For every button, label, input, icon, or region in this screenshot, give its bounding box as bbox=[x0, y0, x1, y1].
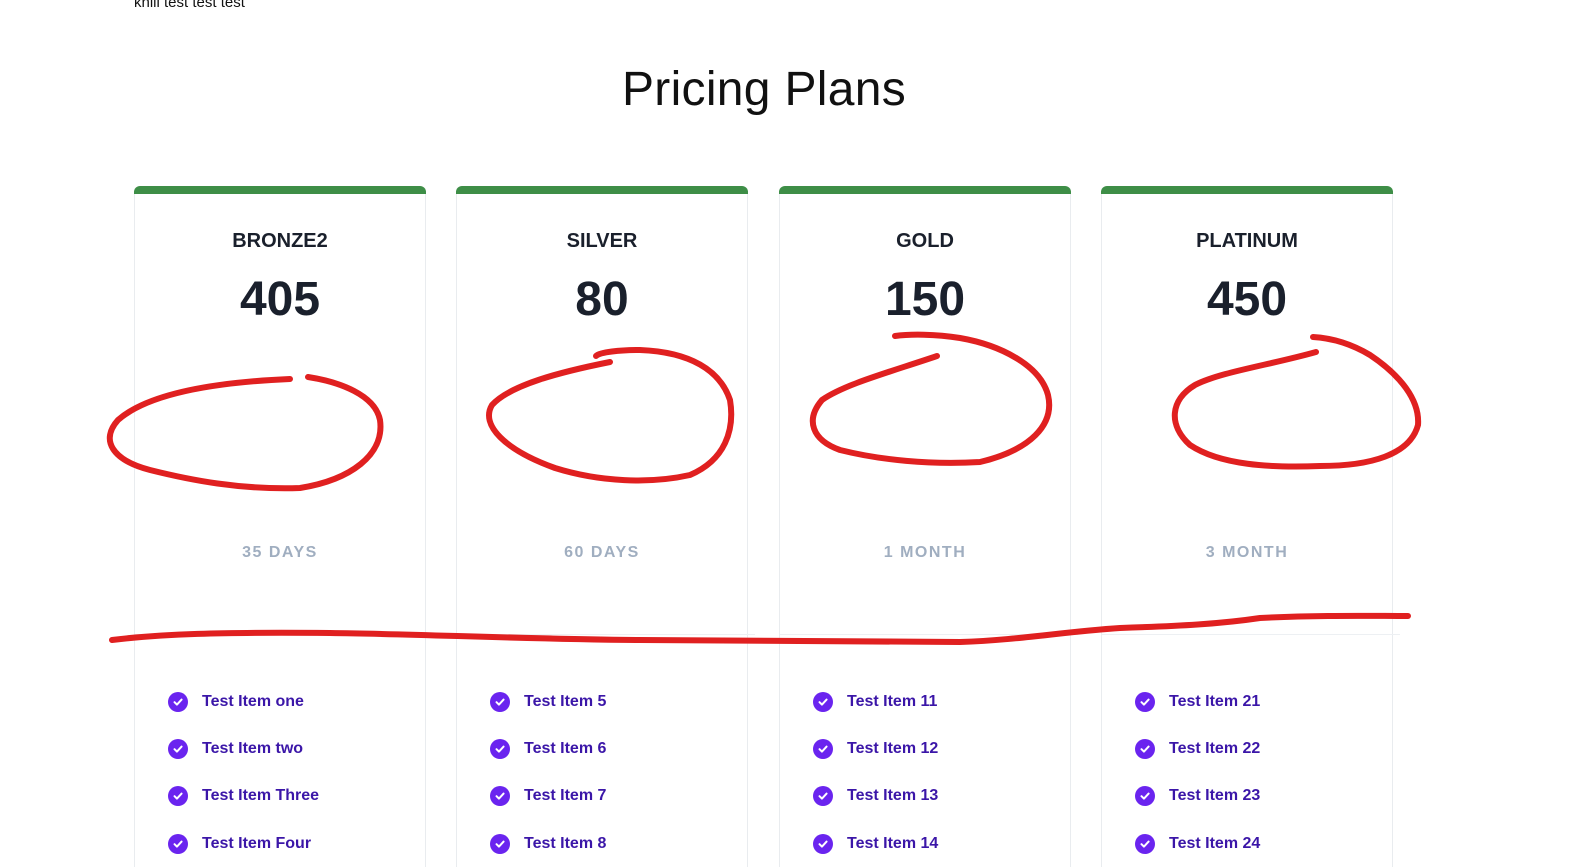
plan-card-silver: SILVER 80 60 DAYS Test Item 5 Test Item … bbox=[456, 186, 755, 867]
feature-label: Test Item 6 bbox=[524, 739, 607, 757]
card-accent-bar bbox=[779, 186, 1071, 194]
feature-label: Test Item 5 bbox=[524, 692, 607, 710]
card-divider bbox=[780, 634, 1078, 635]
check-circle-icon bbox=[1135, 833, 1155, 854]
plan-name: PLATINUM bbox=[1196, 230, 1298, 252]
plan-period: 3 MONTH bbox=[1205, 544, 1289, 561]
plan-price: 80 bbox=[575, 273, 629, 326]
plan-card-gold: GOLD 150 1 MONTH Test Item 11 Test Item … bbox=[779, 186, 1078, 867]
feature-label: Test Item 22 bbox=[1169, 739, 1261, 757]
feature-label: Test Item Four bbox=[202, 834, 312, 852]
feature-label: Test Item 24 bbox=[1169, 834, 1261, 852]
plan-period: 60 DAYS bbox=[564, 544, 640, 561]
feature-label: Test Item 21 bbox=[1169, 692, 1261, 710]
feature-label: Test Item 23 bbox=[1169, 787, 1261, 805]
card-accent-bar bbox=[456, 186, 748, 194]
feature-item: Test Item Three bbox=[168, 773, 319, 820]
plan-card-bronze2: BRONZE2 405 35 DAYS Test Item one Test I… bbox=[134, 186, 433, 867]
plan-price: 450 bbox=[1206, 273, 1288, 326]
plan-name: SILVER bbox=[566, 230, 638, 252]
feature-item: Test Item 13 bbox=[813, 773, 938, 820]
feature-item: Test Item 6 bbox=[490, 725, 606, 772]
page-title: Pricing Plans bbox=[621, 63, 907, 116]
check-circle-icon bbox=[813, 833, 833, 854]
feature-label: Test Item 7 bbox=[524, 787, 607, 805]
check-circle-icon bbox=[813, 786, 833, 807]
card-accent-bar bbox=[134, 186, 426, 194]
top-text: khili test test test bbox=[134, 0, 245, 11]
plan-price: 150 bbox=[884, 273, 966, 326]
feature-item: Test Item two bbox=[168, 725, 319, 772]
pricing-cards: BRONZE2 405 35 DAYS Test Item one Test I… bbox=[134, 186, 1400, 867]
feature-item: Test Item 14 bbox=[813, 820, 938, 867]
check-circle-icon bbox=[490, 738, 510, 759]
plan-price: 405 bbox=[239, 273, 321, 326]
feature-label: Test Item 11 bbox=[847, 692, 938, 710]
plan-name: BRONZE2 bbox=[232, 230, 328, 252]
feature-item: Test Item 22 bbox=[1135, 725, 1260, 772]
feature-list: Test Item 11 Test Item 12 Test Item 13 T… bbox=[813, 678, 938, 867]
feature-item: Test Item 12 bbox=[813, 725, 938, 772]
plan-period: 35 DAYS bbox=[242, 544, 318, 561]
feature-list: Test Item 5 Test Item 6 Test Item 7 Test… bbox=[490, 678, 606, 867]
check-circle-icon bbox=[813, 691, 833, 712]
check-circle-icon bbox=[490, 786, 510, 807]
check-circle-icon bbox=[168, 833, 188, 854]
feature-label: Test Item 8 bbox=[524, 834, 607, 852]
feature-item: Test Item 24 bbox=[1135, 820, 1260, 867]
check-circle-icon bbox=[813, 738, 833, 759]
feature-item: Test Item one bbox=[168, 678, 319, 725]
card-accent-bar bbox=[1101, 186, 1393, 194]
feature-label: Test Item 12 bbox=[847, 739, 939, 757]
feature-item: Test Item 8 bbox=[490, 820, 606, 867]
feature-list: Test Item one Test Item two Test Item Th… bbox=[168, 678, 319, 867]
pricing-page: khili test test test Pricing Plans BRONZ… bbox=[0, 0, 1594, 867]
feature-item: Test Item Four bbox=[168, 820, 319, 867]
feature-item: Test Item 23 bbox=[1135, 773, 1260, 820]
feature-label: Test Item two bbox=[202, 739, 304, 757]
check-circle-icon bbox=[168, 691, 188, 712]
feature-label: Test Item 14 bbox=[847, 834, 939, 852]
feature-list: Test Item 21 Test Item 22 Test Item 23 T… bbox=[1135, 678, 1260, 867]
check-circle-icon bbox=[168, 786, 188, 807]
card-divider bbox=[1102, 634, 1400, 635]
check-circle-icon bbox=[1135, 786, 1155, 807]
check-circle-icon bbox=[1135, 738, 1155, 759]
card-divider bbox=[457, 634, 755, 635]
card-divider bbox=[135, 634, 433, 635]
feature-label: Test Item Three bbox=[202, 787, 320, 805]
feature-label: Test Item 13 bbox=[847, 787, 939, 805]
feature-item: Test Item 21 bbox=[1135, 678, 1260, 725]
check-circle-icon bbox=[490, 691, 510, 712]
plan-period: 1 MONTH bbox=[883, 544, 967, 561]
plan-card-platinum: PLATINUM 450 3 MONTH Test Item 21 Test I… bbox=[1101, 186, 1400, 867]
plan-name: GOLD bbox=[896, 230, 954, 252]
feature-item: Test Item 7 bbox=[490, 773, 606, 820]
feature-item: Test Item 5 bbox=[490, 678, 606, 725]
check-circle-icon bbox=[168, 738, 188, 759]
feature-label: Test Item one bbox=[202, 692, 304, 710]
check-circle-icon bbox=[1135, 691, 1155, 712]
check-circle-icon bbox=[490, 833, 510, 854]
feature-item: Test Item 11 bbox=[813, 678, 938, 725]
